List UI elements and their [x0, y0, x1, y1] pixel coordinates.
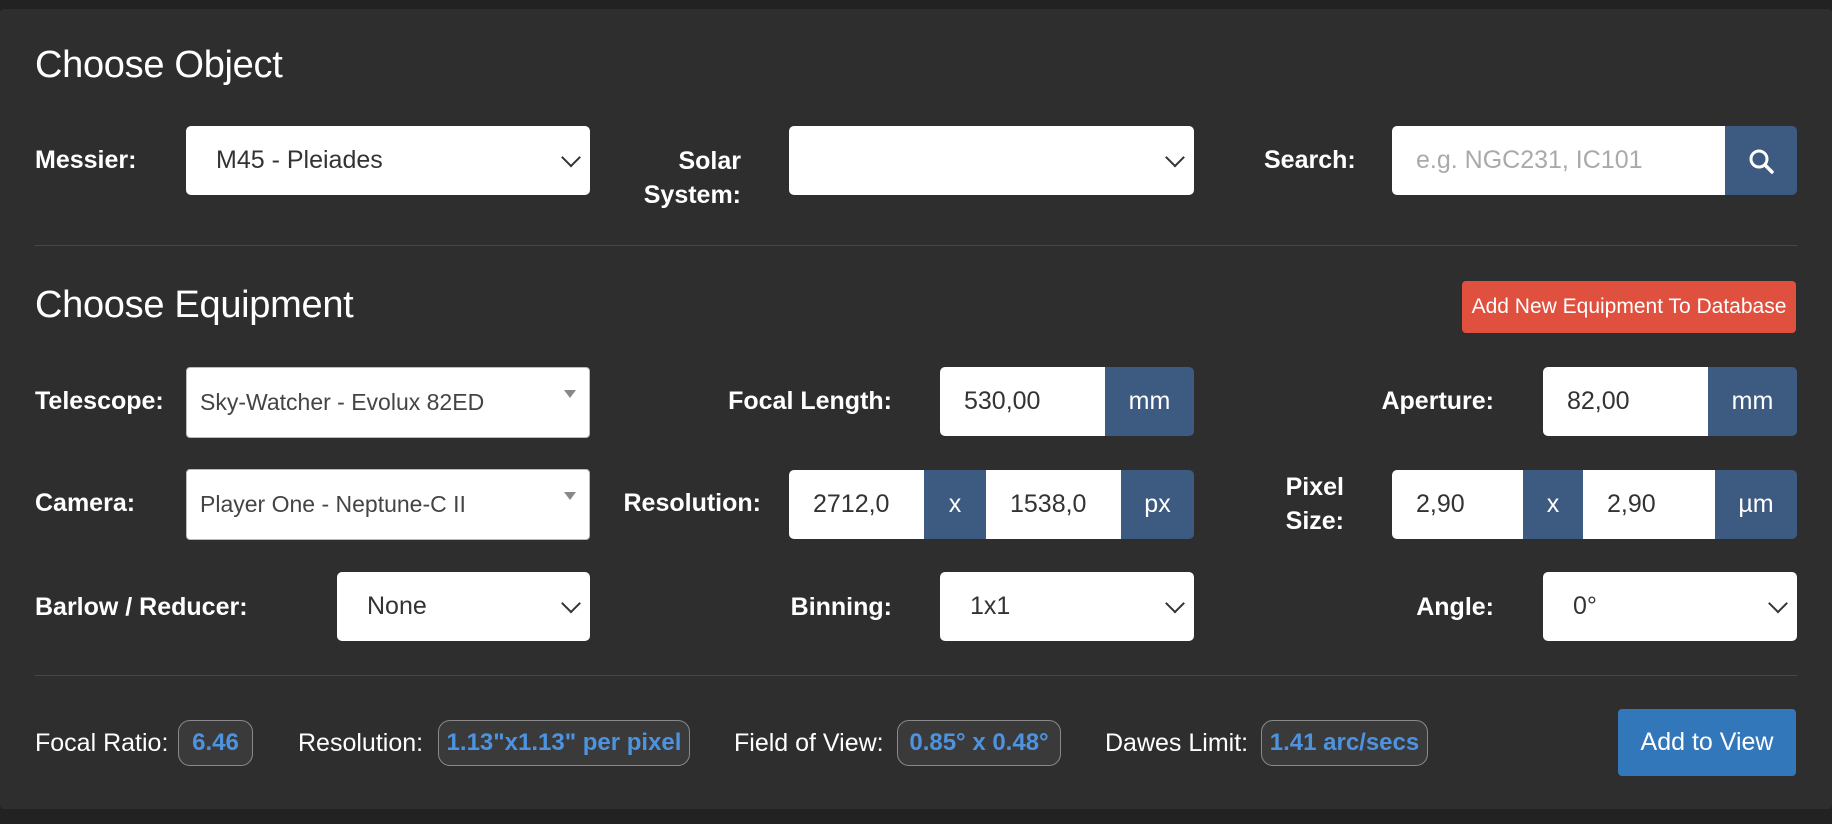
focal-length-label: Focal Length:: [728, 387, 892, 415]
aperture-unit: mm: [1708, 367, 1797, 436]
chevron-down-icon: [1768, 593, 1788, 613]
pixel-size-separator: x: [1523, 470, 1583, 539]
angle-select-value: 0°: [1573, 592, 1597, 620]
camera-select-value: Player One - Neptune-C II: [200, 491, 466, 517]
barlow-reducer-select[interactable]: None: [337, 572, 590, 641]
field-of-view-label: Field of View:: [734, 729, 884, 757]
solar-system-label: Solar System:: [620, 144, 741, 212]
dropdown-arrow-icon: [564, 390, 576, 398]
messier-select[interactable]: M45 - Pleiades: [186, 126, 590, 195]
divider: [35, 675, 1797, 676]
focal-length-unit: mm: [1105, 367, 1194, 436]
resolution-unit: px: [1121, 470, 1194, 539]
telescope-select-value: Sky-Watcher - Evolux 82ED: [200, 389, 485, 415]
chevron-down-icon: [1165, 147, 1185, 167]
dawes-limit-badge: 1.41 arc/secs: [1261, 720, 1428, 766]
pixel-size-label: Pixel Size:: [1250, 470, 1344, 538]
pixel-size-x-input[interactable]: 2,90: [1392, 470, 1523, 539]
resolution-x-input[interactable]: 2712,0: [789, 470, 924, 539]
search-placeholder: e.g. NGC231, IC101: [1416, 146, 1643, 174]
resolution-badge: 1.13"x1.13" per pixel: [438, 720, 690, 766]
aperture-label: Aperture:: [1381, 387, 1494, 415]
chevron-down-icon: [561, 593, 581, 613]
choose-object-heading: Choose Object: [35, 44, 283, 86]
chevron-down-icon: [561, 147, 581, 167]
focal-ratio-badge: 6.46: [178, 720, 253, 766]
resolution-separator: x: [924, 470, 986, 539]
search-button[interactable]: [1725, 126, 1797, 195]
binning-label: Binning:: [790, 593, 892, 621]
pixel-size-y-input[interactable]: 2,90: [1583, 470, 1715, 539]
pixel-size-label-line1: Pixel: [1285, 473, 1344, 501]
telescope-label: Telescope:: [35, 387, 164, 415]
pixel-size-unit: µm: [1715, 470, 1797, 539]
aperture-input[interactable]: 82,00: [1543, 367, 1708, 436]
field-of-view-badge: 0.85° x 0.48°: [897, 720, 1061, 766]
dropdown-arrow-icon: [564, 492, 576, 500]
camera-select[interactable]: Player One - Neptune-C II: [186, 469, 590, 540]
angle-label: Angle:: [1416, 593, 1494, 621]
add-to-view-button[interactable]: Add to View: [1618, 709, 1796, 776]
solar-label-line1: Solar: [678, 147, 741, 175]
choose-equipment-heading: Choose Equipment: [35, 284, 354, 326]
barlow-reducer-select-value: None: [367, 592, 427, 620]
pixel-size-label-line2: Size:: [1285, 507, 1344, 535]
divider: [35, 245, 1797, 246]
search-icon: [1749, 149, 1774, 174]
search-label: Search:: [1264, 146, 1356, 174]
messier-label: Messier:: [35, 146, 137, 174]
solar-label-line2: System:: [643, 181, 741, 209]
resolution-stat-label: Resolution:: [298, 729, 424, 757]
focal-ratio-label: Focal Ratio:: [35, 729, 169, 757]
search-input[interactable]: e.g. NGC231, IC101: [1392, 126, 1725, 195]
angle-select[interactable]: 0°: [1543, 572, 1797, 641]
telescope-select[interactable]: Sky-Watcher - Evolux 82ED: [186, 367, 590, 438]
dawes-limit-label: Dawes Limit:: [1105, 729, 1249, 757]
binning-select[interactable]: 1x1: [940, 572, 1194, 641]
solar-system-select[interactable]: [789, 126, 1194, 195]
resolution-label: Resolution:: [623, 489, 762, 517]
resolution-y-input[interactable]: 1538,0: [986, 470, 1121, 539]
barlow-reducer-label: Barlow / Reducer:: [35, 593, 248, 621]
focal-length-input[interactable]: 530,00: [940, 367, 1105, 436]
binning-select-value: 1x1: [970, 592, 1011, 620]
camera-label: Camera:: [35, 489, 136, 517]
messier-select-value: M45 - Pleiades: [216, 146, 383, 174]
add-new-equipment-button[interactable]: Add New Equipment To Database: [1462, 281, 1796, 333]
chevron-down-icon: [1165, 593, 1185, 613]
